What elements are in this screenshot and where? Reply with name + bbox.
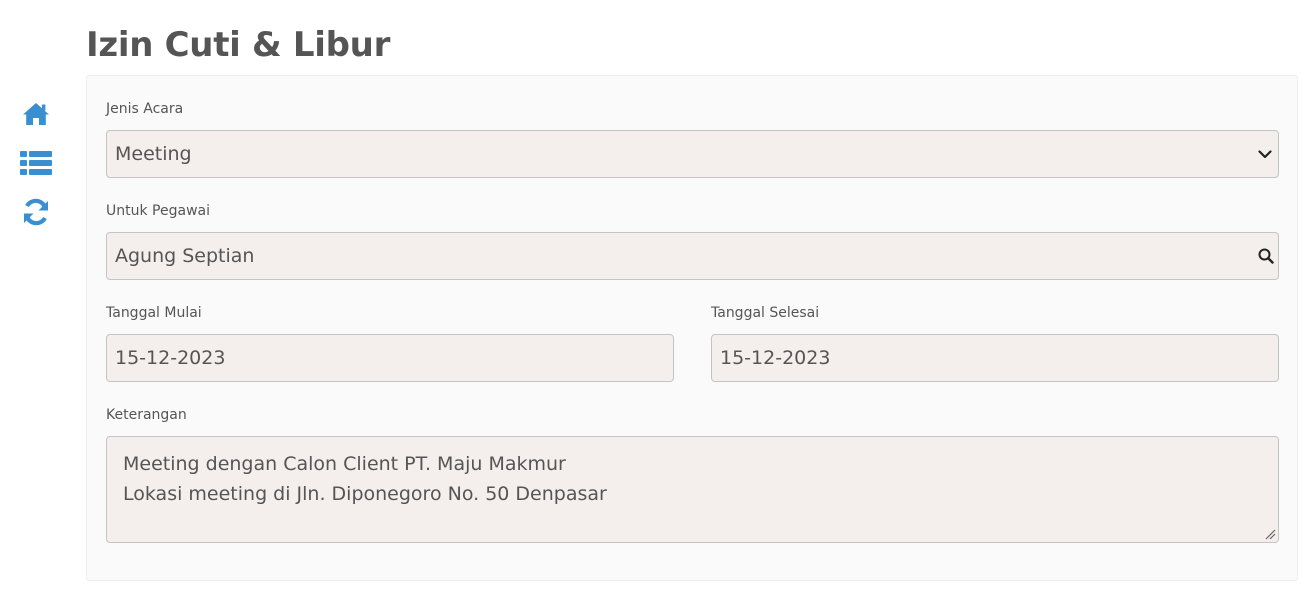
page-title: Izin Cuti & Libur <box>86 25 391 65</box>
keterangan-line-1: Meeting dengan Calon Client PT. Maju Mak… <box>123 453 566 475</box>
tanggal-selesai-value: 15-12-2023 <box>720 347 831 369</box>
chevron-down-icon <box>1258 150 1272 159</box>
page: Izin Cuti & Libur Jenis Acara Meeting Un… <box>0 0 1316 600</box>
tanggal-mulai-label: Tanggal Mulai <box>106 305 202 321</box>
jenis-acara-select[interactable]: Meeting <box>106 130 1279 178</box>
refresh-icon <box>24 198 48 226</box>
untuk-pegawai-value: Agung Septian <box>115 245 255 267</box>
sidebar-item-list[interactable] <box>16 148 56 188</box>
list-icon <box>20 151 52 175</box>
sidebar-item-home[interactable] <box>16 99 56 139</box>
search-icon[interactable] <box>1257 247 1275 265</box>
keterangan-line-2: Lokasi meeting di Jln. Diponegoro No. 50… <box>123 483 607 505</box>
jenis-acara-value: Meeting <box>115 143 192 165</box>
keterangan-textarea[interactable]: Meeting dengan Calon Client PT. Maju Mak… <box>106 436 1279 543</box>
tanggal-selesai-input[interactable]: 15-12-2023 <box>711 334 1279 382</box>
keterangan-label: Keterangan <box>106 407 187 423</box>
leave-form-card: Jenis Acara Meeting Untuk Pegawai Agung … <box>86 75 1298 581</box>
sidebar <box>16 96 56 246</box>
jenis-acara-label: Jenis Acara <box>106 101 184 117</box>
resize-grip-icon[interactable] <box>1264 528 1276 540</box>
sidebar-item-refresh[interactable] <box>16 197 56 237</box>
home-icon <box>23 103 49 125</box>
untuk-pegawai-label: Untuk Pegawai <box>106 203 210 219</box>
tanggal-selesai-label: Tanggal Selesai <box>711 305 820 321</box>
tanggal-mulai-value: 15-12-2023 <box>115 347 226 369</box>
untuk-pegawai-input[interactable]: Agung Septian <box>106 232 1279 280</box>
tanggal-mulai-input[interactable]: 15-12-2023 <box>106 334 674 382</box>
